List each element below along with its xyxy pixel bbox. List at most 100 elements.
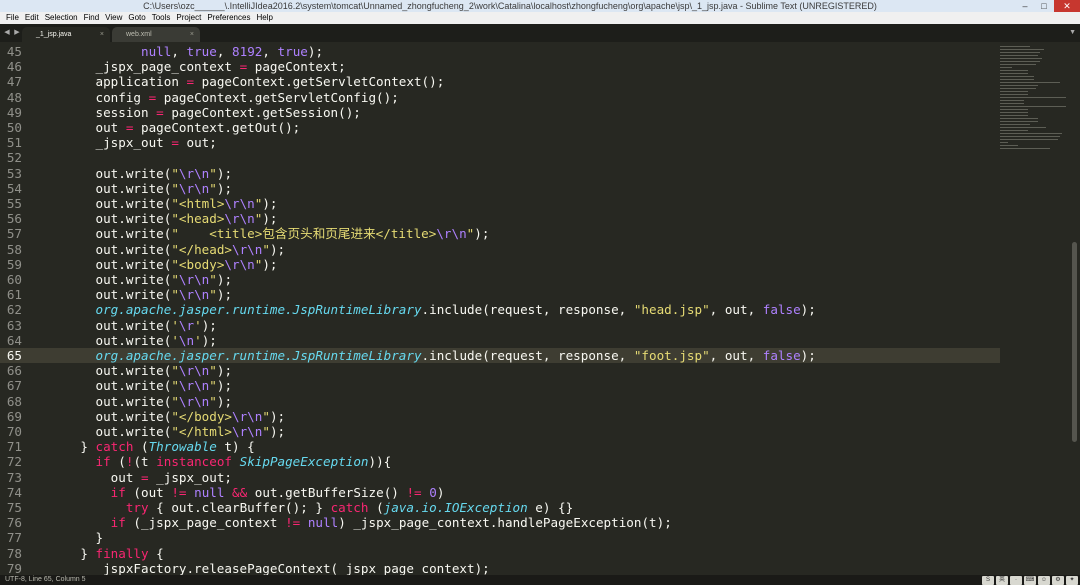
code-token: ); bbox=[216, 287, 233, 303]
code-token: out.write( bbox=[50, 226, 172, 242]
tab-right-arrow-icon[interactable]: ▶ bbox=[12, 24, 22, 42]
minimap-line bbox=[1000, 97, 1066, 98]
code-line[interactable]: out.write('\r'); bbox=[50, 318, 216, 333]
tray-icon[interactable]: · bbox=[1010, 576, 1022, 585]
code-line[interactable]: _jspx_page_context = pageContext; bbox=[50, 59, 345, 74]
code-line[interactable]: out.write("\r\n"); bbox=[50, 363, 232, 378]
menu-item-tools[interactable]: Tools bbox=[152, 13, 171, 22]
code-token: = bbox=[156, 104, 164, 120]
code-line[interactable]: org.apache.jasper.runtime.JspRuntimeLibr… bbox=[50, 302, 816, 317]
code-token: ' bbox=[171, 332, 179, 348]
code-line[interactable]: out.write("</html>\r\n"); bbox=[50, 424, 285, 439]
code-token: "head.jsp" bbox=[633, 302, 710, 318]
minimap[interactable] bbox=[998, 42, 1070, 182]
code-token: " bbox=[209, 180, 217, 196]
code-line[interactable]: out.write("\r\n"); bbox=[50, 166, 232, 181]
code-line[interactable]: out.write("\r\n"); bbox=[50, 394, 232, 409]
tray-icon[interactable]: 英 bbox=[996, 576, 1008, 585]
code-line[interactable]: config = pageContext.getServletConfig(); bbox=[50, 90, 398, 105]
code-line[interactable]: } catch (Throwable t) { bbox=[50, 439, 254, 455]
tab-1-jsp-java[interactable]: _1_jsp.java × bbox=[22, 27, 110, 42]
code-line[interactable]: null, true, 8192, true); bbox=[50, 44, 323, 59]
code-line[interactable]: out.write("<head>\r\n"); bbox=[50, 211, 277, 226]
code-line[interactable]: out.write("\r\n"); bbox=[50, 181, 232, 196]
minimap-line bbox=[1000, 121, 1038, 122]
line-number: 48 bbox=[6, 89, 22, 105]
code-token: if bbox=[110, 484, 126, 500]
code-line[interactable]: if (out != null && out.getBufferSize() !… bbox=[50, 484, 445, 500]
code-token: finally bbox=[95, 545, 149, 561]
code-line[interactable]: out.write("<body>\r\n"); bbox=[50, 256, 277, 272]
code-line[interactable]: out.write("\r\n"); bbox=[50, 378, 232, 393]
minimap-line bbox=[1000, 70, 1028, 71]
code-line[interactable]: org.apache.jasper.runtime.JspRuntimeLibr… bbox=[50, 348, 816, 363]
menu-item-view[interactable]: View bbox=[105, 13, 122, 22]
menu-item-project[interactable]: Project bbox=[176, 13, 201, 22]
minimize-button[interactable]: – bbox=[1016, 0, 1034, 12]
code-line[interactable]: } bbox=[50, 530, 103, 545]
code-line[interactable]: out.write("<html>\r\n"); bbox=[50, 196, 277, 211]
code-token: )){ bbox=[368, 454, 392, 470]
code-line[interactable]: try { out.clearBuffer(); } catch (java.i… bbox=[50, 500, 573, 515]
code-token: " bbox=[209, 272, 217, 287]
code-line[interactable]: out = _jspx_out; bbox=[50, 470, 232, 485]
maximize-button[interactable]: □ bbox=[1035, 0, 1053, 12]
code-line[interactable]: out = pageContext.getOut(); bbox=[50, 120, 300, 135]
code-line[interactable]: _jspx_out = out; bbox=[50, 135, 217, 151]
code-token: } bbox=[50, 439, 96, 455]
code-token: \r\n bbox=[178, 393, 210, 409]
code-line[interactable]: out.write("</head>\r\n"); bbox=[50, 242, 285, 257]
code-line[interactable]: out.write("\r\n"); bbox=[50, 272, 232, 287]
tab-close-icon[interactable]: × bbox=[190, 27, 194, 42]
close-button[interactable]: ✕ bbox=[1054, 0, 1080, 12]
code-line[interactable]: out.write("\r\n"); bbox=[50, 287, 232, 302]
code-token: = bbox=[171, 135, 179, 151]
status-bar: UTF-8, Line 65, Column 5 S 英 · ⌨ ☺ ⚙ ✦ bbox=[0, 575, 1080, 585]
code-area[interactable]: null, true, 8192, true); _jspx_page_cont… bbox=[50, 42, 990, 575]
tray-icon[interactable]: ⚙ bbox=[1052, 576, 1064, 585]
code-token: "foot.jsp" bbox=[633, 348, 710, 363]
line-number: 47 bbox=[6, 74, 22, 90]
code-token: out.write( bbox=[50, 196, 172, 211]
code-line[interactable]: out.write(" <title>包含页头和页尾进来</title>\r\n… bbox=[50, 226, 489, 241]
menu-item-file[interactable]: File bbox=[6, 13, 19, 22]
code-token: ' bbox=[194, 332, 202, 348]
code-token: (_jspx_page_context bbox=[125, 515, 286, 531]
code-line[interactable]: if (!(t instanceof SkipPageException)){ bbox=[50, 454, 392, 470]
menu-item-preferences[interactable]: Preferences bbox=[207, 13, 250, 22]
menu-item-goto[interactable]: Goto bbox=[128, 13, 145, 22]
menu-item-selection[interactable]: Selection bbox=[45, 13, 78, 22]
code-line[interactable]: out.write('\n'); bbox=[50, 332, 216, 348]
code-token: out; bbox=[178, 135, 217, 151]
code-token: instanceof bbox=[156, 454, 233, 470]
menu-item-edit[interactable]: Edit bbox=[25, 13, 39, 22]
code-editor[interactable]: 45 46 47 48 49 50 51 52 53 54 55 56 57 58 59 60 61 62 63 64… bbox=[0, 42, 1080, 575]
code-token: out.getBufferSize() bbox=[247, 484, 407, 500]
code-line[interactable]: } finally { bbox=[50, 545, 163, 561]
line-number: 63 bbox=[6, 317, 22, 333]
code-token: ) _jspx_page_context.handlePageException… bbox=[338, 515, 672, 531]
tray-icon[interactable]: S bbox=[982, 576, 994, 585]
code-token: , bbox=[262, 44, 278, 59]
code-line[interactable]: out.write("</body>\r\n"); bbox=[50, 409, 285, 424]
tab-left-arrow-icon[interactable]: ◀ bbox=[2, 24, 12, 42]
code-line[interactable]: session = pageContext.getSession(); bbox=[50, 104, 360, 120]
vertical-scrollbar[interactable] bbox=[1072, 242, 1077, 442]
tray-icon[interactable]: ☺ bbox=[1038, 576, 1050, 585]
menu-item-find[interactable]: Find bbox=[84, 13, 100, 22]
code-line[interactable]: application = pageContext.getServletCont… bbox=[50, 74, 444, 89]
minimap-line bbox=[1000, 58, 1042, 59]
code-token: ); bbox=[216, 378, 233, 394]
code-line[interactable]: _jspxFactory.releasePageContext(_jspx_pa… bbox=[50, 561, 489, 575]
menu-item-help[interactable]: Help bbox=[256, 13, 272, 22]
line-number: 62 bbox=[6, 302, 22, 318]
tab-web-xml[interactable]: web.xml × bbox=[112, 27, 200, 42]
tab-dropdown-icon[interactable]: ▼ bbox=[1069, 24, 1076, 42]
tab-close-icon[interactable]: × bbox=[100, 27, 104, 42]
code-token: \r\n bbox=[224, 256, 255, 272]
tray-icon[interactable]: ⌨ bbox=[1024, 576, 1036, 585]
code-token: ); bbox=[216, 165, 233, 181]
tray-icon[interactable]: ✦ bbox=[1066, 576, 1078, 585]
code-line[interactable]: if (_jspx_page_context != null) _jspx_pa… bbox=[50, 515, 672, 530]
